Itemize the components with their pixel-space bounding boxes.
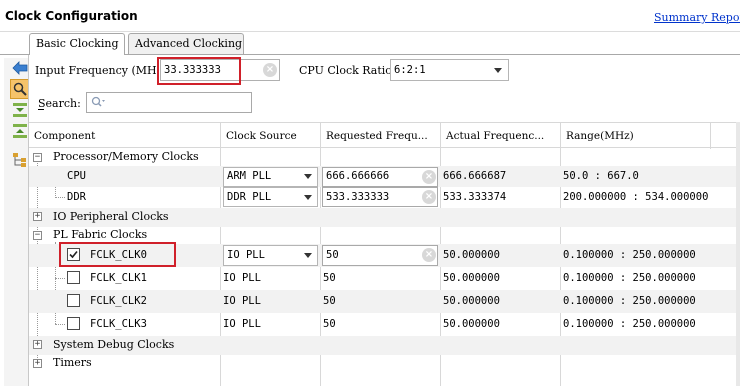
table-header: Component Clock Source Requested Frequ..… xyxy=(29,122,740,149)
component-name: FCLK_CLK2 xyxy=(90,295,147,307)
tree-guide xyxy=(55,197,65,198)
group-io-peripheral-clocks: IO Peripheral Clocks xyxy=(53,210,169,223)
group-processor-memory-clocks: Processor/Memory Clocks xyxy=(53,150,199,163)
clock-source-value[interactable]: IO PLL xyxy=(223,318,261,330)
search-mnemonic-underline xyxy=(38,109,44,110)
requested-frequency-value: 50 xyxy=(326,249,339,261)
chevron-down-icon xyxy=(304,174,312,179)
component-name: CPU xyxy=(67,170,86,182)
group-system-debug-clocks: System Debug Clocks xyxy=(53,338,175,351)
chevron-down-icon xyxy=(304,253,312,258)
clear-icon[interactable]: × xyxy=(422,190,436,204)
input-frequency-redbox xyxy=(157,57,241,85)
clock-source-value[interactable]: IO PLL xyxy=(223,295,261,307)
fclk-clk3-checkbox[interactable] xyxy=(67,317,80,330)
col-requested-frequency[interactable]: Requested Frequ... xyxy=(321,123,441,149)
search-icon[interactable] xyxy=(10,79,30,99)
group-timers: Timers xyxy=(53,356,92,369)
expand-all-icon[interactable] xyxy=(10,121,30,141)
expand-debug-toggle[interactable]: + xyxy=(33,340,42,349)
expand-io-toggle[interactable]: + xyxy=(33,212,42,221)
search-label: Search: xyxy=(38,97,81,110)
actual-frequency: 533.333374 xyxy=(443,191,507,203)
actual-frequency: 666.666687 xyxy=(443,170,507,182)
requested-frequency-value[interactable]: 50 xyxy=(323,318,336,330)
range-value: 50.0 : 667.0 xyxy=(563,170,639,182)
requested-frequency-value: 666.666666 xyxy=(326,170,390,182)
fclk-clk2-checkbox[interactable] xyxy=(67,294,80,307)
range-value: 0.100000 : 250.000000 xyxy=(563,295,696,307)
requested-frequency-value[interactable]: 50 xyxy=(323,295,336,307)
component-name: FCLK_CLK1 xyxy=(90,272,147,284)
side-toolbar xyxy=(4,58,30,386)
fclk-clk1-checkbox[interactable] xyxy=(67,271,80,284)
search-field-icon xyxy=(91,96,105,111)
requested-frequency-input[interactable] xyxy=(322,245,438,266)
collapse-pl-toggle[interactable]: − xyxy=(33,231,42,240)
tab-advanced-clocking[interactable]: Advanced Clocking xyxy=(128,33,244,54)
range-value: 0.100000 : 250.000000 xyxy=(563,318,696,330)
actual-frequency: 50.000000 xyxy=(443,295,500,307)
tree-guide xyxy=(55,324,65,325)
window-title: Clock Configuration xyxy=(5,9,138,23)
tree-guide xyxy=(55,278,65,279)
clear-icon[interactable]: × xyxy=(422,170,436,184)
tab-basic-clocking[interactable]: Basic Clocking xyxy=(29,33,125,55)
cpu-clock-ratio-label: CPU Clock Ratio xyxy=(299,64,392,77)
hierarchy-icon[interactable] xyxy=(10,150,30,170)
requested-frequency-value: 533.333333 xyxy=(326,191,390,203)
col-range[interactable]: Range(MHz) xyxy=(561,123,711,149)
col-component[interactable]: Component xyxy=(29,123,221,149)
expand-timers-toggle[interactable]: + xyxy=(33,359,42,368)
summary-report-link[interactable]: Summary Report xyxy=(654,11,740,24)
actual-frequency: 50.000000 xyxy=(443,272,500,284)
component-name: DDR xyxy=(67,191,86,203)
collapse-processor-toggle[interactable]: − xyxy=(33,153,42,162)
component-name: FCLK_CLK3 xyxy=(90,318,147,330)
actual-frequency: 50.000000 xyxy=(443,249,500,261)
range-value: 0.100000 : 250.000000 xyxy=(563,272,696,284)
range-value: 200.000000 : 534.000000 xyxy=(563,191,709,203)
chevron-down-icon xyxy=(304,195,312,200)
col-actual-frequency[interactable]: Actual Frequenc... xyxy=(441,123,561,149)
collapse-all-icon[interactable] xyxy=(10,100,30,120)
clear-input-frequency-icon[interactable]: × xyxy=(263,63,277,77)
clock-source-value[interactable]: IO PLL xyxy=(223,272,261,284)
chevron-down-icon xyxy=(494,68,502,73)
group-pl-fabric-clocks: PL Fabric Clocks xyxy=(53,228,148,241)
input-frequency-label: Input Frequency (MHz) xyxy=(35,64,167,77)
fclk-clk0-redbox xyxy=(59,242,176,267)
vertical-scrollbar[interactable] xyxy=(736,122,740,386)
clock-source-value: DDR PLL xyxy=(227,191,272,203)
clear-icon[interactable]: × xyxy=(422,248,436,262)
clock-source-value: ARM PLL xyxy=(227,170,272,182)
back-arrow-icon[interactable] xyxy=(10,58,30,78)
clock-source-value: IO PLL xyxy=(227,249,265,261)
search-input[interactable] xyxy=(86,92,252,113)
requested-frequency-value[interactable]: 50 xyxy=(323,272,336,284)
col-clock-source[interactable]: Clock Source xyxy=(221,123,321,149)
range-value: 0.100000 : 250.000000 xyxy=(563,249,696,261)
actual-frequency: 50.000000 xyxy=(443,318,500,330)
cpu-clock-ratio-value: 6:2:1 xyxy=(394,64,426,76)
